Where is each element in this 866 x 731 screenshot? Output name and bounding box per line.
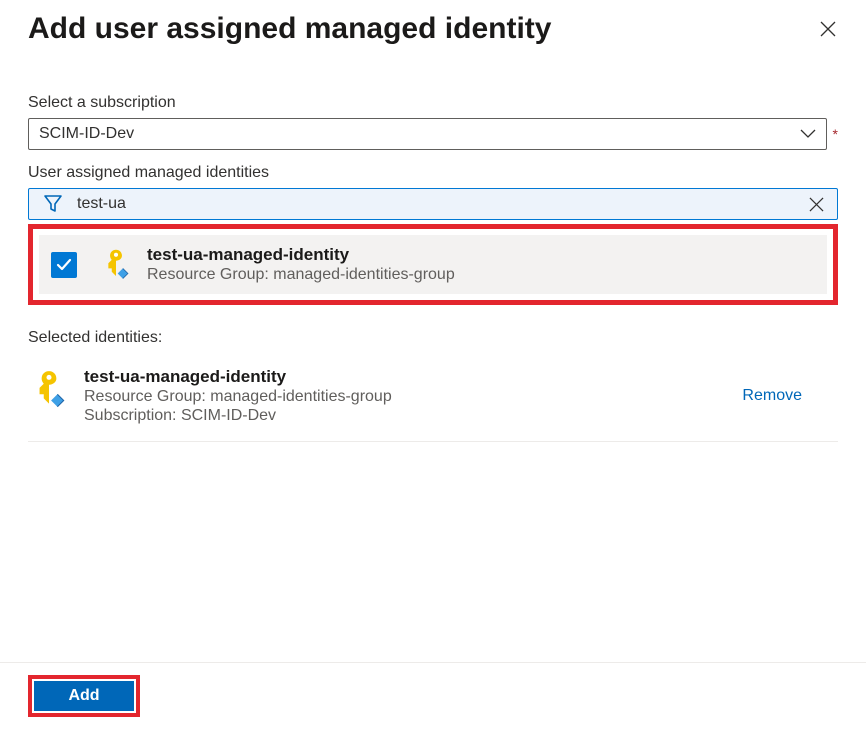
filter-input[interactable] <box>77 189 795 219</box>
result-highlight: test-ua-managed-identity Resource Group:… <box>28 224 838 305</box>
managed-identity-icon <box>99 248 133 282</box>
clear-filter-button[interactable] <box>795 189 837 219</box>
chevron-down-icon <box>800 129 816 139</box>
identity-checkbox[interactable] <box>51 252 77 278</box>
subscription-dropdown[interactable]: SCIM-ID-Dev <box>28 118 827 150</box>
identity-result-row[interactable]: test-ua-managed-identity Resource Group:… <box>39 235 827 294</box>
identities-label: User assigned managed identities <box>28 164 838 182</box>
filter-icon <box>43 194 63 214</box>
selected-label: Selected identities: <box>28 329 838 347</box>
close-icon <box>809 197 824 212</box>
selected-identity-row: test-ua-managed-identity Resource Group:… <box>28 363 838 442</box>
remove-link[interactable]: Remove <box>742 387 802 405</box>
selected-identity-name: test-ua-managed-identity <box>84 367 742 387</box>
subscription-label: Select a subscription <box>28 94 838 112</box>
selected-identity-resource-group: Resource Group: managed-identities-group <box>84 388 742 406</box>
filter-button[interactable] <box>29 189 77 219</box>
footer: Add <box>0 662 866 731</box>
identity-name: test-ua-managed-identity <box>147 245 455 265</box>
managed-identity-icon <box>28 369 70 411</box>
close-button[interactable] <box>818 19 838 39</box>
close-icon <box>820 21 836 37</box>
add-button-highlight: Add <box>28 675 140 717</box>
subscription-value: SCIM-ID-Dev <box>39 125 134 143</box>
checkmark-icon <box>56 257 72 273</box>
selected-identity-subscription: Subscription: SCIM-ID-Dev <box>84 407 742 425</box>
required-indicator: * <box>833 126 838 142</box>
identities-filter <box>28 188 838 220</box>
identity-resource-group: Resource Group: managed-identities-group <box>147 266 455 284</box>
add-button[interactable]: Add <box>34 681 134 711</box>
page-title: Add user assigned managed identity <box>28 12 551 46</box>
